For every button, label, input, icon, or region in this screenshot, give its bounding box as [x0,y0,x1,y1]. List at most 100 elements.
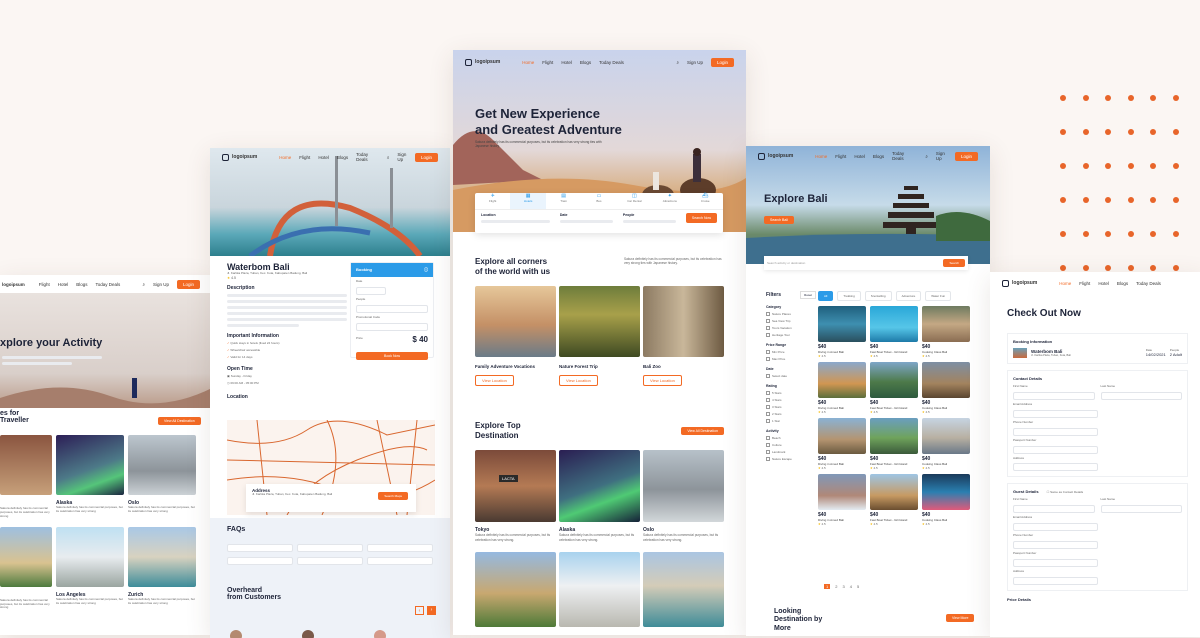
checkbox-icon[interactable] [766,443,770,447]
nav-logo[interactable]: logoipsum [1002,279,1037,287]
book-now-button[interactable]: Book Now [356,351,428,360]
category-card[interactable]: Nature Forest Trip View Location [559,286,640,387]
signup-link[interactable]: Sign Up [153,282,169,287]
filter-option[interactable]: Max Price [766,357,816,361]
activity-card[interactable]: $40 Cooking Class Bali ★ 4.5 [922,306,970,358]
destination-card[interactable]: Sakura definitely has its commercial pur… [0,526,52,611]
destination-card[interactable]: Sakura definitely has its commercial pur… [0,435,52,519]
checkbox-icon[interactable] [766,405,770,409]
faq-item[interactable] [227,544,293,552]
category-card[interactable]: Family Adventure Vocations View Location [475,286,556,387]
guest-last-name-input[interactable] [1100,505,1182,514]
guest-phone-input[interactable] [1013,541,1098,550]
nav-logo[interactable]: logoipsum [222,153,257,161]
date-field[interactable]: Date [559,213,613,223]
faq-item[interactable] [227,557,293,565]
destination-card-tokyo[interactable]: LACTA Tokyo Sakura definitely has its comm… [475,450,556,542]
people-select[interactable] [356,304,428,313]
filter-option[interactable]: Tours Vacation [766,326,816,330]
activity-card[interactable]: $40 Fast Boat Ticket - Gili Island ★ 4.5 [870,362,918,414]
category-card[interactable]: Bali Zoo View Location [643,286,724,387]
view-all-destination-button[interactable]: View All Destination [681,426,724,435]
tab-car-rental[interactable]: ◫ Car Rental [617,193,652,209]
filter-option[interactable]: 2 Stars [766,412,816,416]
checkbox-icon[interactable] [766,319,770,323]
view-location-button[interactable]: View Location [475,375,514,387]
checkbox-icon[interactable] [766,391,770,395]
checkbox-icon[interactable] [766,350,770,354]
checkbox-icon[interactable] [766,357,770,361]
activity-card[interactable]: $40 Fast Boat Ticket - Gili Island ★ 4.5 [870,418,918,470]
guest-first-name-input[interactable] [1013,505,1095,514]
location-field[interactable]: Location [481,213,550,223]
checkbox-icon[interactable] [766,326,770,330]
nav-item[interactable]: Hotel [1098,281,1109,286]
filter-tab[interactable]: Water Fun [925,291,952,301]
filter-option[interactable]: Nature Escape [766,457,816,461]
guest-email-input[interactable] [1013,523,1098,532]
checkbox-icon[interactable] [766,312,770,316]
nav-item[interactable]: Hotel [58,282,69,287]
activity-card[interactable]: $40 Diving in Amed Bali ★ 4.5 [818,362,866,414]
activity-card[interactable]: $40 Cooking Class Bali ★ 4.5 [922,418,970,470]
activity-card[interactable]: $40 Diving in Amed Bali ★ 4.5 [818,306,866,358]
view-location-button[interactable]: View Location [643,375,682,387]
checkbox-icon[interactable] [766,450,770,454]
page-number[interactable]: 2 [835,584,837,589]
guest-passport-input[interactable] [1013,559,1098,568]
search-input[interactable]: Search activity or destination [767,261,943,265]
search-icon[interactable]: ⌕ [142,282,145,287]
promo-input[interactable] [356,322,428,331]
destination-card[interactable]: Alaska Sakura definitely has its commerci… [56,435,124,519]
search-bali-button[interactable]: Search Bali [764,216,794,224]
checkbox-icon[interactable] [766,436,770,440]
faq-item[interactable] [297,557,363,565]
nav-item[interactable]: Blogs [76,282,87,287]
same-as-contact-checkbox[interactable]: ☐ Same as Contact Details [1047,490,1084,494]
filter-option[interactable]: Min Price [766,350,816,354]
reset-button[interactable]: Reset [800,291,816,299]
filter-option[interactable]: Beach [766,436,816,440]
tab-hotels[interactable]: ▦ Hotels [510,193,546,209]
activity-card[interactable]: $40 Fast Boat Ticket - Gili Island ★ 4.5 [870,474,918,526]
nav-item[interactable]: Today Deals [356,152,371,162]
filter-option[interactable]: 3 Stars [766,405,816,409]
destination-card[interactable]: Los Angeles Sakura definitely has its com… [56,526,124,611]
destination-card[interactable]: Oslo Sakura definitely has its commercial… [128,435,196,519]
filter-option[interactable]: Sea View Trip [766,319,816,323]
email-input[interactable] [1013,409,1098,418]
nav-item-home[interactable]: Home [1059,281,1071,286]
faq-item[interactable] [297,544,363,552]
filter-option[interactable]: Heritage Tour [766,333,816,337]
checkbox-icon[interactable] [766,398,770,402]
search-icon[interactable]: ⌕ [387,155,390,160]
nav-item[interactable]: Blogs [337,155,348,160]
page-number[interactable]: 1 [824,584,831,589]
filter-tab[interactable]: Snorkelling [864,291,892,301]
nav-item[interactable]: Today Deals [96,282,121,287]
faq-item[interactable] [367,544,433,552]
tab-train[interactable]: ▤ Train [546,193,581,209]
checkbox-icon[interactable] [766,457,770,461]
search-button[interactable]: Search [943,259,965,267]
destination-card[interactable] [559,551,640,627]
nav-item[interactable]: Flight [39,282,50,287]
activity-card[interactable]: $40 Diving in Amed Bali ★ 4.5 [818,474,866,526]
view-all-destination-button[interactable]: View All Destination [158,417,201,425]
destination-card-alaska[interactable]: Alaska Sakura definitely has its commerci… [559,450,640,542]
filter-option[interactable]: Select date [766,374,816,378]
login-button[interactable]: Login [414,152,438,162]
passport-input[interactable] [1013,445,1098,454]
guest-address-input[interactable] [1013,576,1098,585]
filter-tab[interactable]: Adventure [895,291,922,301]
view-location-button[interactable]: View Location [559,375,598,387]
checkbox-icon[interactable] [766,374,770,378]
page-number[interactable]: 3 [842,584,844,589]
nav-item-home[interactable]: Home [279,155,291,160]
nav-item[interactable]: Hotel [318,155,329,160]
tab-bus[interactable]: ▭ Bus [581,193,616,209]
filter-tab[interactable]: Trekking [837,291,861,301]
nav-item[interactable]: Flight [299,155,310,160]
nav-item[interactable]: Today Deals [1136,281,1161,286]
filter-option[interactable]: 5 Stars [766,391,816,395]
